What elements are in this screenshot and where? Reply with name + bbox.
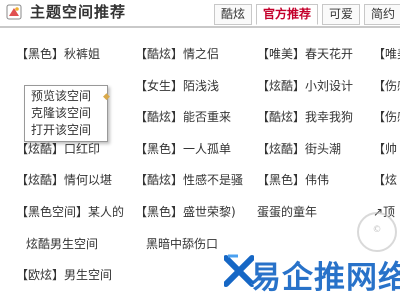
section-title: 主题空间推荐	[30, 3, 127, 21]
theme-link[interactable]: 【黑色空间】某人的	[16, 203, 124, 220]
theme-link[interactable]: 蛋蛋的童年	[257, 203, 317, 220]
tab-cute[interactable]: 可爱	[322, 4, 361, 25]
theme-link[interactable]: 【炫酷】口红印	[16, 140, 100, 157]
theme-link[interactable]: 【炫酷】街头潮	[257, 140, 341, 157]
grid-row: 【炫酷】情何以堪 【酷炫】性感不是骚 【黑色】伟伟 【炫	[0, 171, 400, 203]
theme-link[interactable]: 【女生】陌浅浅	[135, 77, 219, 94]
theme-link[interactable]: 【酷炫】性感不是骚	[135, 171, 243, 188]
theme-link[interactable]: 【炫酷】情何以堪	[16, 171, 112, 188]
theme-brand-icon	[6, 4, 22, 20]
theme-link[interactable]: 【炫酷】小刘设计	[257, 77, 353, 94]
round-stamp: ©	[357, 212, 397, 252]
grid-row: 【炫酷】口红印 【黑色】一人孤单 【炫酷】街头潮 【帅	[0, 140, 400, 172]
theme-link[interactable]: 黑暗中舔伤口	[146, 235, 218, 252]
theme-link[interactable]: 【伤感	[373, 108, 400, 125]
theme-link[interactable]: 【酷炫】情之侣	[135, 45, 219, 62]
theme-link[interactable]: 【酷炫】能否重来	[135, 108, 231, 125]
tab-official-recommend[interactable]: 官方推荐	[256, 4, 319, 25]
theme-link[interactable]: 【伤感	[373, 77, 400, 94]
header-bar: 主题空间推荐 酷炫 官方推荐 可爱 简约	[0, 0, 400, 28]
theme-link[interactable]: 炫酷男生空间	[26, 235, 98, 252]
theme-link[interactable]: 【黑色】盛世荣黎)	[135, 203, 236, 220]
watermark-text: 易企推网络	[250, 260, 400, 296]
theme-link[interactable]: 【黑色】一人孤单	[135, 140, 231, 157]
theme-link[interactable]: 【炫	[373, 171, 397, 188]
menu-item-open[interactable]: 打开该空间	[25, 122, 107, 139]
menu-item-preview[interactable]: 预览该空间	[25, 88, 107, 105]
theme-link[interactable]: 【酷炫】我幸我狗	[257, 108, 353, 125]
tab-simple[interactable]: 简约	[364, 4, 400, 25]
theme-link[interactable]: 【帅	[373, 140, 397, 157]
theme-link[interactable]: 【唯美】春天花开	[257, 45, 353, 62]
menu-item-clone[interactable]: 克隆该空间	[25, 105, 107, 122]
menu-arrow-icon: ◆	[103, 92, 110, 102]
theme-link[interactable]: 【黑色】秋裤姐	[16, 45, 100, 62]
grid-row: 【黑色空间】某人的 【黑色】盛世荣黎) 蛋蛋的童年 ↗顶	[0, 203, 400, 235]
theme-link[interactable]: 【唯美	[373, 45, 400, 62]
context-menu: 预览该空间 克隆该空间 打开该空间	[24, 85, 108, 142]
category-tabs: 酷炫 官方推荐 可爱 简约	[214, 4, 400, 25]
watermark: 易企推网络	[224, 250, 400, 300]
tab-cool[interactable]: 酷炫	[214, 4, 253, 25]
theme-link[interactable]: 【黑色】伟伟	[257, 171, 329, 188]
theme-link[interactable]: 【欧炫】男生空间	[16, 266, 112, 283]
grid-row: 【黑色】秋裤姐 【酷炫】情之侣 【唯美】春天花开 【唯美	[0, 45, 400, 77]
